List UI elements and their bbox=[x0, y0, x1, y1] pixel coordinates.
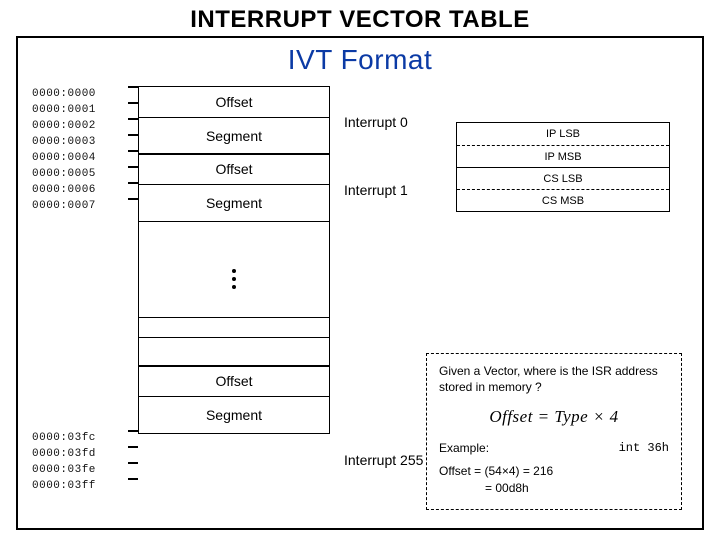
memory-address: 0000:0005 bbox=[32, 166, 96, 182]
byte-row-cs-msb: CS MSB bbox=[457, 189, 669, 211]
memory-address: 0000:03fd bbox=[32, 446, 96, 462]
ivt-entry-bytes-table: IP LSB IP MSB CS LSB CS MSB bbox=[456, 122, 670, 212]
ivt-entry-offset: Offset bbox=[138, 86, 330, 118]
address-list-top: 0000:0000 0000:0001 0000:0002 0000:0003 … bbox=[32, 86, 96, 214]
interrupt-label-1: Interrupt 1 bbox=[344, 182, 408, 198]
formula-result: Offset = (54×4) = 216 = 00d8h bbox=[439, 463, 669, 497]
memory-address: 0000:0006 bbox=[32, 182, 96, 198]
memory-address: 0000:0000 bbox=[32, 86, 96, 102]
memory-address: 0000:0002 bbox=[32, 118, 96, 134]
ivt-spacer bbox=[138, 220, 330, 240]
formula-result-line: Offset = (54×4) = 216 bbox=[439, 463, 669, 480]
interrupt-label-255: Interrupt 255 bbox=[344, 452, 423, 468]
formula-result-line: = 00d8h bbox=[439, 480, 669, 497]
formula-question: Given a Vector, where is the ISR address… bbox=[439, 364, 669, 395]
byte-row-ip-lsb: IP LSB bbox=[457, 123, 669, 145]
byte-row-cs-lsb: CS LSB bbox=[457, 167, 669, 189]
subtitle: IVT Format bbox=[18, 44, 702, 76]
formula-equation: Offset = Type × 4 bbox=[439, 407, 669, 427]
ivt-entry-offset: Offset bbox=[138, 365, 330, 397]
formula-box: Given a Vector, where is the ISR address… bbox=[426, 353, 682, 510]
memory-address: 0000:0003 bbox=[32, 134, 96, 150]
ivt-entry-segment: Segment bbox=[138, 396, 330, 434]
example-label: Example: bbox=[439, 441, 489, 455]
memory-address: 0000:0001 bbox=[32, 102, 96, 118]
example-code: int 36h bbox=[619, 441, 669, 455]
ivt-entry-offset: Offset bbox=[138, 153, 330, 185]
ivt-blank bbox=[138, 337, 330, 367]
ivt-spacer bbox=[138, 318, 330, 338]
memory-address: 0000:0004 bbox=[32, 150, 96, 166]
address-list-bottom: 0000:03fc 0000:03fd 0000:03fe 0000:03ff bbox=[32, 430, 96, 494]
memory-column: Offset Segment Offset Segment Offset Seg… bbox=[138, 86, 330, 434]
memory-address: 0000:0007 bbox=[32, 198, 96, 214]
interrupt-label-0: Interrupt 0 bbox=[344, 114, 408, 130]
page-title: INTERRUPT VECTOR TABLE bbox=[0, 0, 720, 36]
memory-address: 0000:03fe bbox=[32, 462, 96, 478]
diagram-canvas: IVT Format 0000:0000 0000:0001 0000:0002… bbox=[16, 36, 704, 530]
memory-address: 0000:03ff bbox=[32, 478, 96, 494]
ivt-entry-segment: Segment bbox=[138, 184, 330, 222]
ellipsis bbox=[138, 240, 330, 318]
memory-address: 0000:03fc bbox=[32, 430, 96, 446]
ivt-entry-segment: Segment bbox=[138, 117, 330, 155]
byte-row-ip-msb: IP MSB bbox=[457, 145, 669, 167]
